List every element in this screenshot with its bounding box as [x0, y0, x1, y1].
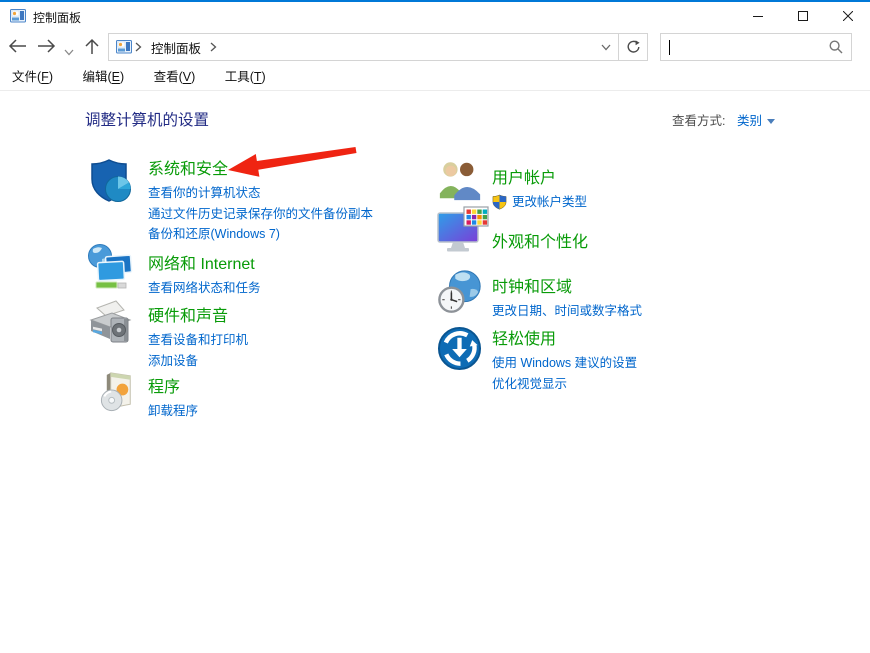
menu-edit[interactable]: 编辑(E) [78, 64, 128, 90]
category-title-programs[interactable]: 程序 [148, 373, 430, 397]
close-button[interactable] [825, 2, 870, 30]
category-appearance-personalization: 外观和个性化 [437, 228, 782, 256]
caption-buttons [735, 2, 870, 30]
breadcrumb-chevron-icon[interactable] [135, 42, 142, 52]
link-add-device[interactable]: 添加设备 [148, 351, 430, 372]
link-file-history-backup[interactable]: 通过文件历史记录保存你的文件备份副本 [148, 204, 430, 225]
maximize-button[interactable] [780, 2, 825, 30]
link-change-account-type[interactable]: 更改帐户类型 [492, 192, 782, 213]
link-backup-restore-win7[interactable]: 备份和还原(Windows 7) [148, 224, 430, 245]
search-input[interactable] [660, 33, 852, 61]
link-view-computer-status[interactable]: 查看你的计算机状态 [148, 183, 430, 204]
category-hardware-sound: 硬件和声音 查看设备和打印机 添加设备 [85, 302, 430, 371]
minimize-icon [753, 11, 763, 21]
chevron-down-icon [601, 44, 611, 51]
category-ease-of-access: 轻松使用 使用 Windows 建议的设置 优化视觉显示 [437, 325, 782, 394]
category-title-network-internet[interactable]: 网络和 Internet [148, 250, 430, 274]
breadcrumb-control-panel[interactable]: 控制面板 [151, 38, 201, 57]
minimize-button[interactable] [735, 2, 780, 30]
recent-pages-dropdown[interactable] [64, 44, 74, 59]
category-title-appearance-personalization[interactable]: 外观和个性化 [492, 228, 782, 252]
category-title-system-security[interactable]: 系统和安全 [148, 155, 430, 179]
category-title-ease-of-access[interactable]: 轻松使用 [492, 325, 782, 349]
link-change-date-time-format[interactable]: 更改日期、时间或数字格式 [492, 301, 782, 322]
uac-shield-icon [492, 194, 507, 210]
refresh-button[interactable] [618, 34, 647, 60]
category-network-internet: 网络和 Internet 查看网络状态和任务 [85, 250, 430, 299]
clock-region-icon[interactable] [437, 268, 485, 321]
control-panel-home: 调整计算机的设置 查看方式: 类别 系统和安全 查看你的计算机状态 通过文件历史… [0, 91, 870, 653]
user-accounts-icon[interactable] [437, 158, 483, 207]
category-programs: 程序 卸载程序 [85, 373, 430, 422]
back-button[interactable] [8, 38, 27, 57]
category-title-hardware-sound[interactable]: 硬件和声音 [148, 302, 430, 326]
category-clock-region: 时钟和区域 更改日期、时间或数字格式 [437, 273, 782, 322]
view-by-dropdown[interactable]: 类别 [737, 114, 775, 128]
programs-icon[interactable] [97, 369, 142, 419]
window-title: 控制面板 [33, 9, 81, 26]
text-caret [669, 40, 670, 55]
page-title: 调整计算机的设置 [85, 108, 209, 130]
appearance-personalization-icon[interactable] [437, 206, 489, 261]
control-panel-icon [10, 8, 26, 24]
menu-view[interactable]: 查看(V) [150, 64, 200, 90]
link-windows-suggested-settings[interactable]: 使用 Windows 建议的设置 [492, 353, 782, 374]
maximize-icon [798, 11, 808, 21]
control-panel-icon-small [116, 39, 132, 55]
link-label: 更改帐户类型 [512, 192, 587, 213]
up-button[interactable] [84, 38, 100, 58]
category-system-security: 系统和安全 查看你的计算机状态 通过文件历史记录保存你的文件备份副本 备份和还原… [85, 155, 430, 245]
system-security-icon[interactable] [85, 156, 135, 211]
view-by-label: 查看方式: [672, 114, 725, 128]
navigation-toolbar: 控制面板 [0, 30, 870, 64]
chevron-down-icon [64, 49, 74, 56]
forward-button[interactable] [37, 38, 56, 57]
search-icon[interactable] [829, 40, 843, 54]
forward-arrow-icon [37, 38, 56, 54]
network-internet-icon[interactable] [85, 243, 135, 298]
hardware-sound-icon[interactable] [85, 297, 137, 354]
view-by-control: 查看方式: 类别 [672, 110, 775, 129]
link-network-status-tasks[interactable]: 查看网络状态和任务 [148, 278, 430, 299]
refresh-icon [626, 40, 640, 54]
link-uninstall-program[interactable]: 卸载程序 [148, 401, 430, 422]
menu-bar: 文件(F) 编辑(E) 查看(V) 工具(T) [0, 64, 870, 91]
ease-of-access-icon[interactable] [437, 326, 482, 376]
menu-file[interactable]: 文件(F) [8, 64, 57, 90]
dropdown-triangle-icon [767, 119, 775, 124]
up-arrow-icon [84, 38, 100, 55]
link-devices-printers[interactable]: 查看设备和打印机 [148, 330, 430, 351]
title-bar: 控制面板 [0, 2, 870, 30]
link-optimize-visual-display[interactable]: 优化视觉显示 [492, 374, 782, 395]
back-arrow-icon [8, 38, 27, 54]
category-title-user-accounts[interactable]: 用户帐户 [492, 164, 782, 188]
breadcrumb-chevron-icon[interactable] [210, 42, 217, 52]
address-bar[interactable]: 控制面板 [108, 33, 648, 61]
close-icon [843, 11, 853, 21]
address-dropdown-button[interactable] [594, 34, 618, 60]
category-title-clock-region[interactable]: 时钟和区域 [492, 273, 782, 297]
menu-tools[interactable]: 工具(T) [221, 64, 270, 90]
